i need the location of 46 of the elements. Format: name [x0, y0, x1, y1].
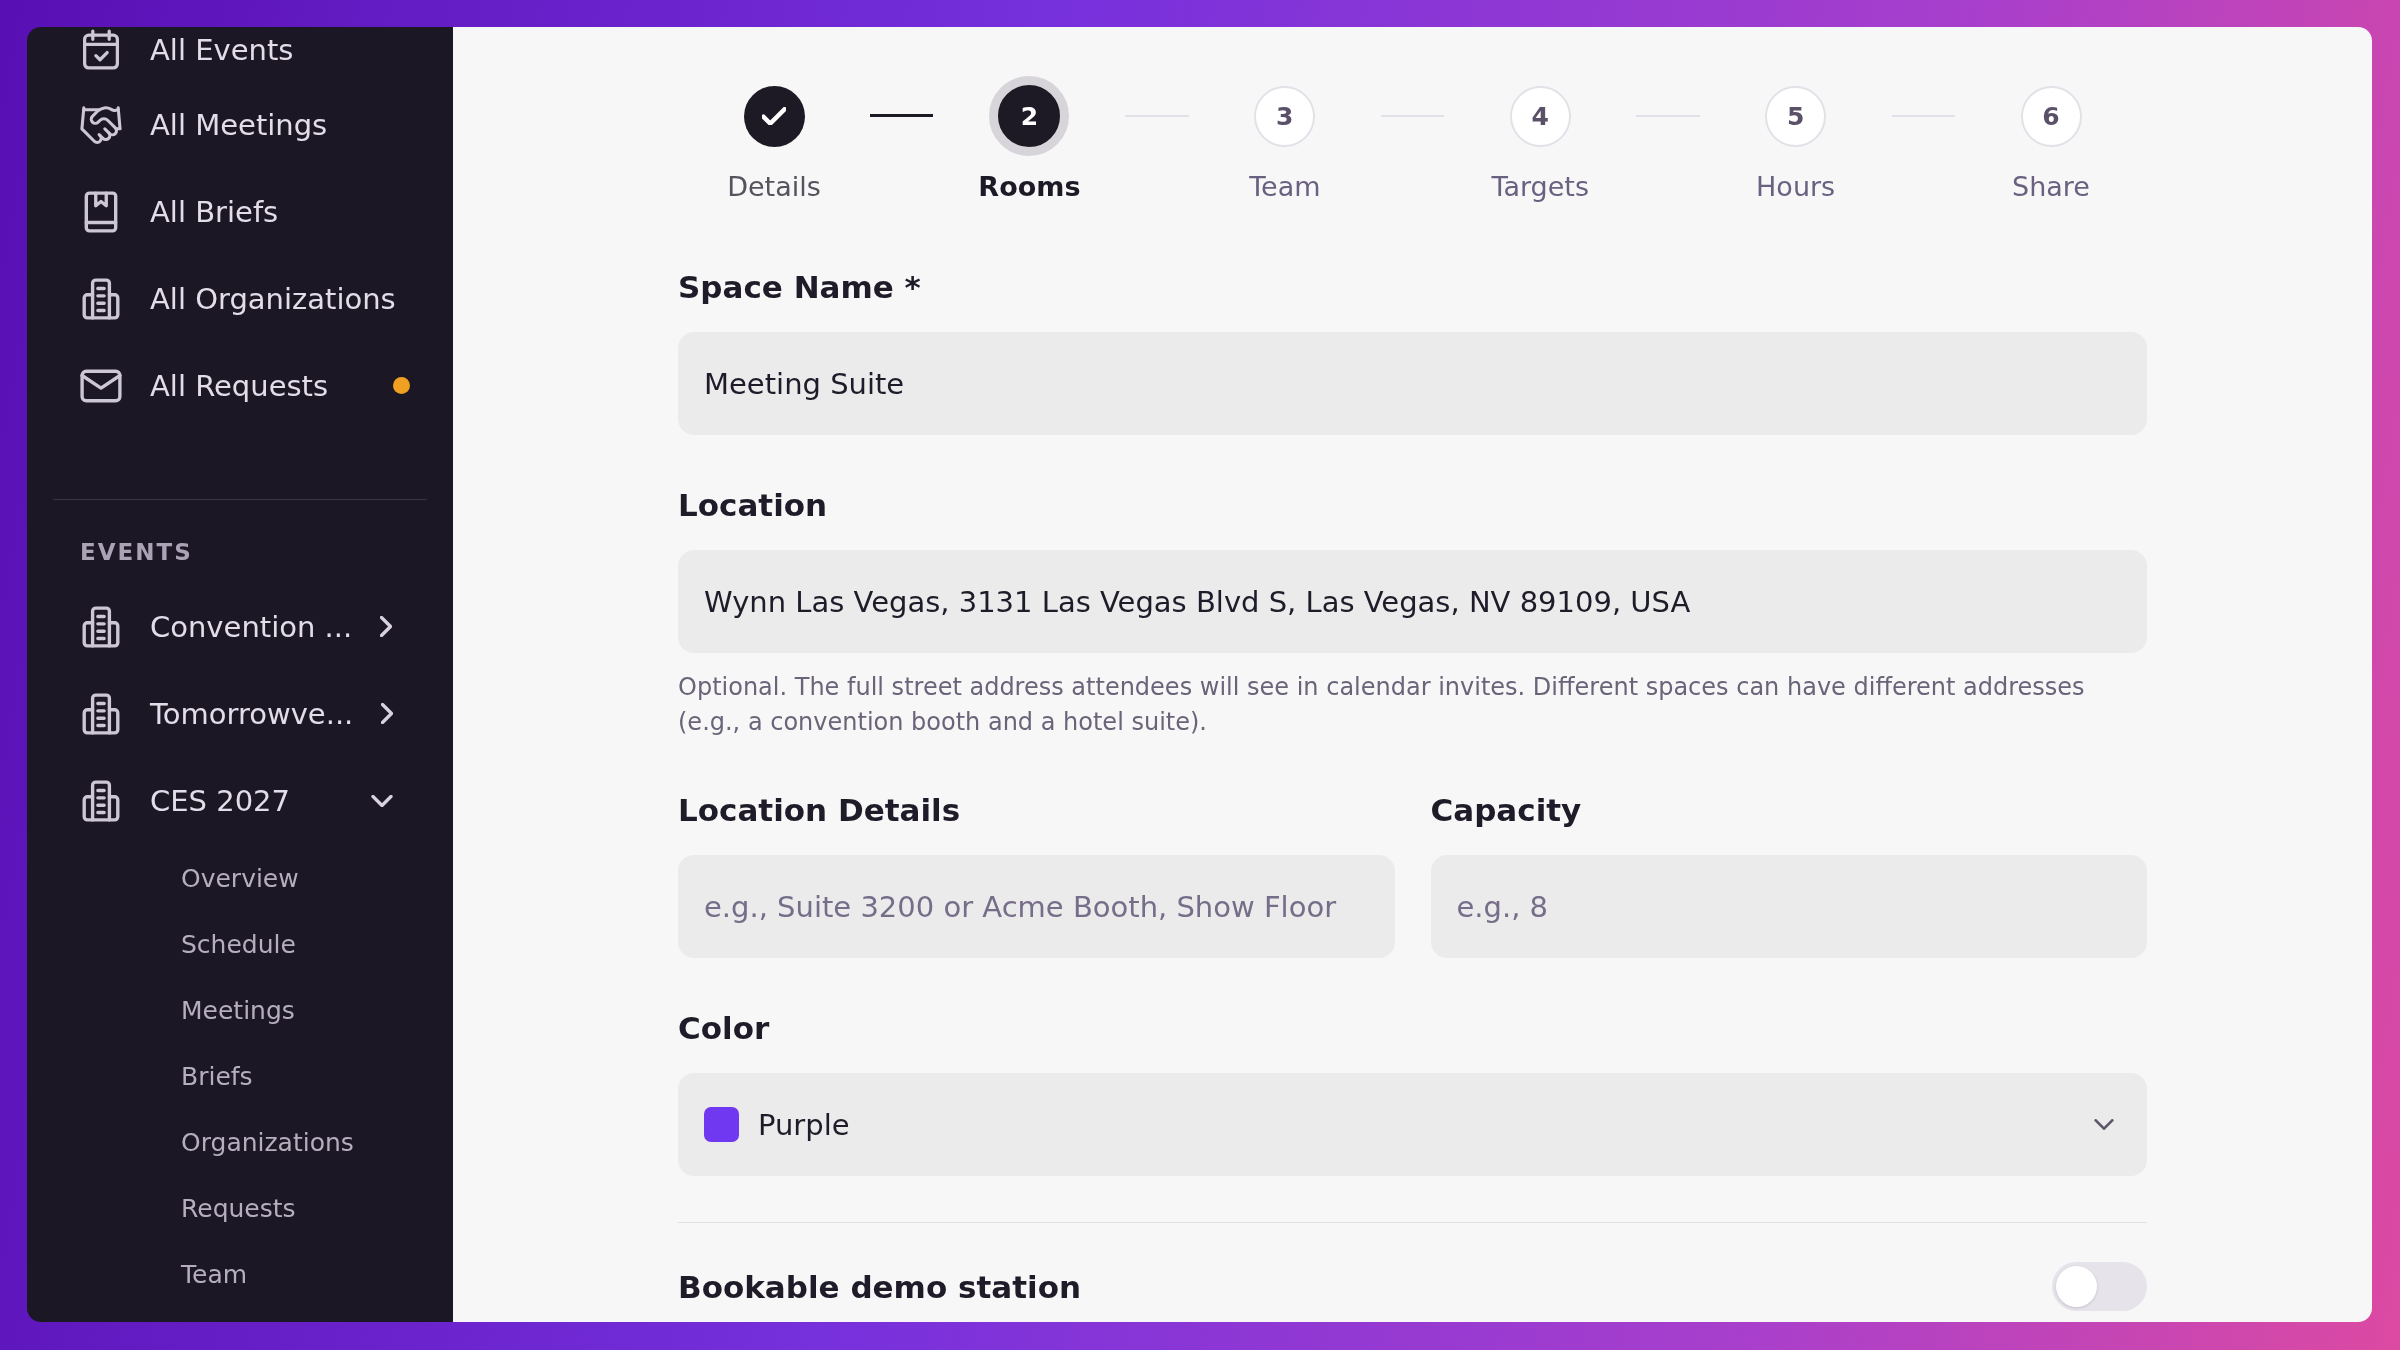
handshake-icon: [80, 103, 122, 146]
sub-nav-link[interactable]: Schedule: [181, 911, 296, 977]
step-circle: 3: [1254, 85, 1316, 147]
field-label: Capacity: [1430, 791, 1583, 830]
help-text: Optional. The full street address attendees will see in calendar invites. Different spaces can have different addresses (e.g., a convention booth and a hotel suite).: [678, 672, 2086, 738]
step-circle: 6: [2020, 85, 2082, 147]
sub-nav-link[interactable]: Organizations: [181, 1109, 354, 1175]
input-field[interactable]: e.g., Suite 3200 or Acme Booth, Show Floor: [678, 855, 1395, 958]
building-icon: [80, 779, 122, 822]
building-icon: [80, 605, 122, 648]
event-link[interactable]: Convention ...: [53, 583, 427, 670]
nav-link[interactable]: All Requests: [53, 342, 427, 429]
check-icon: [762, 107, 786, 125]
step-circle: 5: [1765, 85, 1827, 147]
step-circle: 4: [1509, 85, 1571, 147]
nav-link[interactable]: All Briefs: [53, 168, 427, 255]
calendar-check-icon: [80, 28, 122, 71]
chevron-down-icon: [2094, 1119, 2114, 1130]
nav-link[interactable]: All Organizations: [53, 255, 427, 342]
setting-label: Bookable demo station: [678, 1268, 1081, 1305]
sub-nav-link[interactable]: Requests: [181, 1175, 296, 1241]
sub-nav-link[interactable]: Team: [181, 1241, 248, 1307]
sub-nav-link[interactable]: Overview: [181, 845, 299, 911]
building-icon: [80, 277, 122, 320]
field-label: Location: [678, 486, 829, 525]
step-label: Share: [2012, 170, 2090, 204]
step-label: Details: [727, 170, 821, 204]
input-field[interactable]: e.g., 8: [1430, 855, 2147, 958]
sub-nav-link[interactable]: Briefs: [181, 1043, 253, 1109]
field-label: Color: [678, 1009, 771, 1048]
input-field[interactable]: Meeting Suite: [678, 332, 2147, 435]
event-link[interactable]: Tomorrowve...: [53, 670, 427, 757]
step-label: Rooms: [978, 170, 1081, 204]
color-select[interactable]: Purple: [678, 1073, 2147, 1176]
input-field[interactable]: Wynn Las Vegas, 3131 Las Vegas Blvd S, Las Vegas, NV 89109, USA: [678, 550, 2147, 653]
step-label: Hours: [1756, 170, 1836, 204]
step-label: Targets: [1491, 170, 1589, 204]
sub-nav-link[interactable]: Meetings: [181, 977, 295, 1043]
building-icon: [80, 692, 122, 735]
field-label: Space Name *: [678, 268, 922, 307]
toggle-switch[interactable]: [2052, 1262, 2147, 1311]
section-heading: EVENTS: [80, 538, 194, 567]
step-circle: 2: [989, 76, 1070, 156]
field-label: Location Details: [678, 791, 962, 830]
event-link[interactable]: CES 2027: [53, 757, 427, 844]
step-label: Team: [1249, 170, 1321, 204]
